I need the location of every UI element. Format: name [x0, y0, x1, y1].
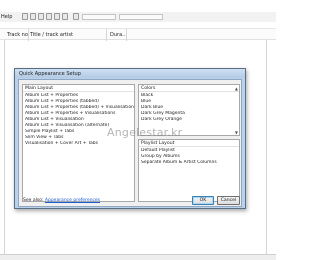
colors-header-label: Colors	[141, 86, 156, 91]
playlist-layout-header: Playlist Layout	[139, 140, 239, 147]
dialog-title: Quick Appearance Setup	[19, 71, 81, 77]
column-divider[interactable]	[28, 29, 29, 41]
right-edge-line	[266, 40, 267, 254]
list-item[interactable]: Dark Grey Orange	[139, 117, 239, 123]
appearance-preferences-link[interactable]: Appearance preferences	[45, 198, 100, 203]
main-layout-header-label: Main Layout	[25, 86, 54, 91]
playback-toolbar	[0, 12, 276, 23]
list-item[interactable]: Visualisation + Cover Art + Tabs	[23, 141, 134, 147]
ok-button[interactable]: OK	[192, 196, 214, 205]
column-divider[interactable]	[126, 29, 127, 41]
previous-button[interactable]	[46, 13, 52, 20]
status-bar	[0, 254, 276, 260]
playlist-layout-items: Default Playlist Group by Albums Separat…	[139, 148, 239, 166]
next-button[interactable]	[54, 13, 60, 20]
random-button[interactable]	[62, 13, 68, 20]
playlist-layout-list[interactable]: Playlist Layout Default Playlist Group b…	[138, 139, 240, 202]
column-title-artist[interactable]: Title / track artist	[30, 32, 73, 38]
colors-items: Black Blue Dark Blue Dark Grey Magenta D…	[139, 93, 239, 123]
column-divider[interactable]	[106, 29, 107, 41]
see-also-text: See also: Appearance preferences	[23, 198, 100, 203]
list-item[interactable]: Separate Album & Artist Columns	[139, 160, 239, 166]
volume-bar[interactable]	[119, 14, 163, 20]
playlist-column-header: Track no Title / track artist Dura...	[0, 28, 276, 41]
colors-header: Colors	[139, 85, 239, 92]
dialog-titlebar[interactable]: Quick Appearance Setup	[15, 69, 245, 78]
column-track-no[interactable]: Track no	[7, 32, 28, 38]
left-edge-line	[4, 40, 5, 254]
playlist-layout-header-label: Playlist Layout	[141, 141, 175, 146]
cancel-button[interactable]: Cancel	[217, 196, 240, 205]
pause-button[interactable]	[38, 13, 44, 20]
play-button[interactable]	[30, 13, 36, 20]
dialog-body: Main Layout Album List + Properties Albu…	[18, 79, 242, 207]
main-layout-list[interactable]: Main Layout Album List + Properties Albu…	[22, 84, 135, 202]
column-duration[interactable]: Dura...	[110, 32, 127, 38]
open-button[interactable]	[73, 13, 79, 20]
main-layout-header: Main Layout	[23, 85, 134, 92]
stop-button[interactable]	[22, 13, 28, 20]
scroll-up-icon[interactable]: ▲	[235, 86, 238, 91]
see-also-label: See also:	[23, 198, 44, 203]
watermark: Angelestar.kr	[107, 126, 183, 139]
scroll-down-icon[interactable]: ▼	[235, 130, 238, 135]
seek-bar[interactable]	[82, 14, 116, 20]
